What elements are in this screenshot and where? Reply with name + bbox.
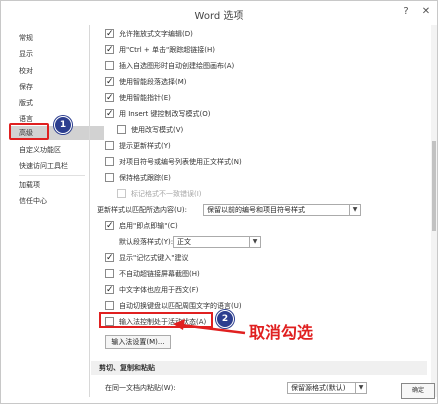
click-type-label: 启用"即点即输"(C) — [119, 222, 178, 230]
chevron-down-icon: ▼ — [355, 383, 366, 393]
mark-inconsistent-label: 标记格式不一致错误(I) — [131, 190, 202, 198]
update-prompt-checkbox[interactable] — [105, 141, 114, 150]
default-para-label: 默认段落样式(Y): — [119, 238, 174, 246]
keyboard-lang-checkbox[interactable] — [105, 301, 114, 310]
insert-key-label: 用 Insert 键控制改写模式(O) — [119, 110, 211, 118]
update-style-value: 保留以前的编号和项目符号样式 — [207, 206, 305, 214]
update-style-select[interactable]: 保留以前的编号和项目符号样式 ▼ — [203, 204, 361, 216]
drag-drop-checkbox[interactable] — [105, 27, 114, 41]
word-options-dialog: Word 选项 ? ✕ 常规 显示 校对 保存 版式 语言 高级 自定义功能区 … — [0, 0, 438, 404]
no-auto-link-checkbox[interactable] — [105, 269, 114, 278]
autocomplete-checkbox[interactable] — [105, 251, 114, 265]
annotation-uncheck-text: 取消勾选 — [249, 323, 314, 342]
ctrl-click-label: 用"Ctrl + 单击"跟踪超链接(H) — [119, 46, 215, 54]
smart-para-label: 使用智能段落选择(M) — [119, 78, 187, 86]
sidebar-item-customize-ribbon[interactable]: 自定义功能区 — [19, 143, 61, 157]
smart-cursor-checkbox[interactable] — [105, 91, 114, 105]
overtype-label: 使用改写模式(V) — [131, 126, 184, 134]
keep-format-label: 保持格式跟踪(E) — [119, 174, 171, 182]
arrow-head — [173, 319, 185, 330]
panel-divider — [89, 25, 90, 397]
content-scroll-thumb[interactable] — [432, 141, 436, 231]
sidebar-item-display[interactable]: 显示 — [19, 47, 33, 61]
sidebar-item-proofing[interactable]: 校对 — [19, 64, 33, 78]
chevron-down-icon: ▼ — [249, 237, 260, 247]
chinese-font-label: 中文字体也应用于西文(F) — [119, 286, 199, 294]
mark-inconsistent-checkbox[interactable] — [117, 189, 126, 198]
ime-settings-button[interactable]: 输入法设置(M)... — [105, 335, 171, 349]
insert-key-checkbox[interactable] — [105, 107, 114, 121]
ok-button[interactable]: 确定 — [401, 383, 435, 399]
sidebar-item-save[interactable]: 保存 — [19, 80, 33, 94]
smart-cursor-label: 使用智能指针(E) — [119, 94, 171, 102]
update-style-label: 更新样式以匹配所选内容(U): — [97, 206, 187, 214]
arrow-shaft — [180, 323, 246, 335]
autocomplete-label: 显示"记忆式键入"建议 — [119, 254, 189, 262]
ctrl-click-checkbox[interactable] — [105, 43, 114, 57]
drag-drop-label: 允许拖放式文字编辑(D) — [119, 30, 193, 38]
sidebar-item-addins[interactable]: 加载项 — [19, 178, 40, 192]
sidebar-item-typography[interactable]: 版式 — [19, 96, 33, 110]
auto-canvas-checkbox[interactable] — [105, 61, 114, 70]
update-prompt-label: 提示更新样式(Y) — [119, 142, 171, 150]
auto-canvas-label: 插入自选图形时自动创建绘图画布(A) — [119, 62, 235, 70]
help-button[interactable]: ? — [399, 5, 413, 19]
no-auto-link-label: 不自动超链接屏幕截图(H) — [119, 270, 200, 278]
sidebar-item-quick-access[interactable]: 快速访问工具栏 — [19, 159, 68, 173]
section-cut-copy-paste: 剪切、复制和粘贴 — [91, 361, 427, 375]
window-title: Word 选项 — [194, 11, 244, 22]
normal-style-checkbox[interactable] — [105, 157, 114, 166]
annotation-arrow-icon — [173, 319, 246, 335]
sidebar: 常规 显示 校对 保存 版式 语言 高级 自定义功能区 快速访问工具栏 加载项 … — [9, 25, 104, 397]
chevron-down-icon: ▼ — [349, 205, 360, 215]
step-one-badge: 1 — [54, 116, 72, 134]
paste-same-doc-value: 保留源格式(默认) — [291, 384, 346, 392]
keep-format-checkbox[interactable] — [105, 173, 114, 182]
default-para-value: 正文 — [177, 238, 191, 246]
sidebar-item-general[interactable]: 常规 — [19, 31, 33, 45]
paste-same-doc-select[interactable]: 保留源格式(默认) ▼ — [287, 382, 367, 394]
close-button[interactable]: ✕ — [419, 5, 433, 19]
sidebar-separator — [19, 175, 85, 176]
default-para-select[interactable]: 正文 ▼ — [173, 236, 261, 248]
click-type-checkbox[interactable] — [105, 219, 114, 233]
normal-style-label: 对项目符号或编号列表使用正文样式(N) — [119, 158, 242, 166]
overtype-checkbox[interactable] — [117, 125, 126, 134]
highlight-advanced-box — [9, 123, 49, 140]
sidebar-item-trust-center[interactable]: 信任中心 — [19, 194, 47, 208]
title-bar: Word 选项 ? ✕ — [1, 1, 437, 25]
paste-same-doc-label: 在同一文档内粘贴(W): — [105, 384, 176, 392]
smart-para-checkbox[interactable] — [105, 75, 114, 89]
chinese-font-checkbox[interactable] — [105, 283, 114, 297]
